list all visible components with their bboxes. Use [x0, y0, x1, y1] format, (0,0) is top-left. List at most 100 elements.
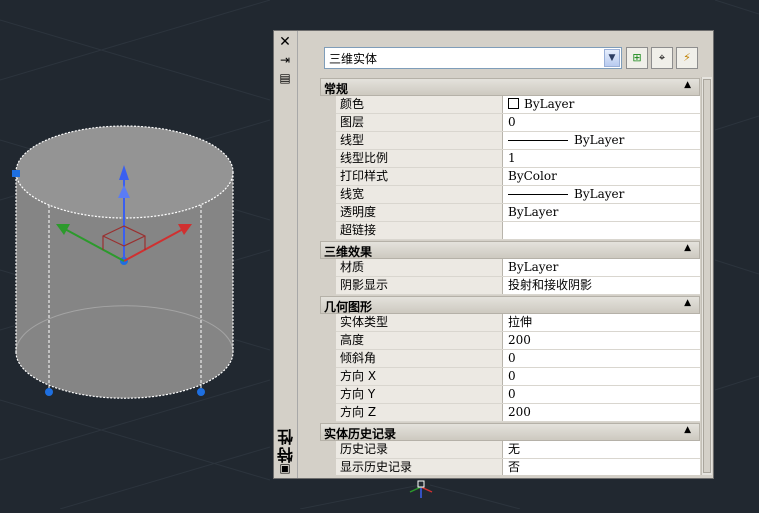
row-gutter	[320, 114, 336, 132]
property-value[interactable]: ByColor	[504, 168, 700, 185]
row-gutter	[320, 350, 336, 368]
toggle-pickadd-button[interactable]: ⊞	[626, 47, 648, 69]
property-value[interactable]: 200	[504, 404, 700, 421]
property-name: 材质	[336, 259, 503, 276]
property-value[interactable]: 1	[504, 150, 700, 167]
property-row[interactable]: 线型 ByLayer	[320, 132, 700, 150]
grip-point[interactable]	[197, 388, 205, 396]
property-value[interactable]: ByLayer	[504, 186, 700, 203]
options-icon[interactable]: ▤	[277, 71, 293, 85]
property-row[interactable]: 阴影显示 投射和接收阴影	[320, 277, 700, 295]
property-value-text: 0	[508, 351, 516, 365]
section-header[interactable]: 三维效果 ▲	[320, 241, 700, 259]
palette-titlebar[interactable]: ✕ ⇥ ▤ 特性 ▣	[274, 31, 298, 478]
property-value[interactable]: ByLayer	[504, 204, 700, 221]
row-gutter	[320, 132, 336, 150]
property-value[interactable]: 否	[504, 459, 700, 475]
chevron-down-icon[interactable]: ▼	[604, 49, 620, 67]
property-name: 超链接	[336, 222, 503, 239]
row-gutter	[320, 222, 336, 240]
property-value-text: 0	[508, 387, 516, 401]
property-row[interactable]: 超链接	[320, 222, 700, 240]
row-gutter	[320, 459, 336, 475]
property-value[interactable]: ByLayer	[504, 132, 700, 149]
section-header[interactable]: 实体历史记录 ▲	[320, 423, 700, 441]
line-sample-icon	[508, 194, 568, 195]
property-value[interactable]: 无	[504, 441, 700, 458]
property-value-text: 200	[508, 333, 531, 347]
property-grid[interactable]: 常规 ▲ 颜色 ByLayer 图层 0 线型 ByLayer 线型比例 1 打印样式 ByColor…	[320, 77, 700, 475]
property-row[interactable]: 透明度 ByLayer	[320, 204, 700, 222]
row-gutter	[320, 368, 336, 386]
property-value[interactable]	[504, 222, 700, 239]
property-value[interactable]: 200	[504, 332, 700, 349]
row-gutter	[320, 259, 336, 277]
row-gutter	[320, 314, 336, 332]
property-name: 倾斜角	[336, 350, 503, 367]
property-value[interactable]: 0	[504, 350, 700, 367]
collapse-icon[interactable]: ▲	[684, 243, 691, 253]
property-row[interactable]: 方向 X 0	[320, 368, 700, 386]
quick-select-button[interactable]: ⚡	[676, 47, 698, 69]
row-gutter	[320, 150, 336, 168]
palette-settings-icon[interactable]: ▣	[277, 461, 293, 475]
property-name: 显示历史记录	[336, 459, 503, 475]
property-value[interactable]: 拉伸	[504, 314, 700, 331]
row-gutter	[320, 441, 336, 459]
property-value-text: ByColor	[508, 169, 557, 183]
pin-icon[interactable]: ⇥	[277, 53, 293, 67]
object-type-value: 三维实体	[329, 52, 378, 66]
scrollbar-thumb[interactable]	[703, 79, 711, 473]
property-name: 颜色	[336, 96, 503, 113]
property-value[interactable]: ByLayer	[504, 96, 700, 113]
property-row[interactable]: 倾斜角 0	[320, 350, 700, 368]
property-row[interactable]: 颜色 ByLayer	[320, 96, 700, 114]
select-objects-button[interactable]: ⌖	[651, 47, 673, 69]
property-row[interactable]: 方向 Z 200	[320, 404, 700, 422]
property-name: 实体类型	[336, 314, 503, 331]
quick-select-icon: ⚡	[683, 51, 691, 64]
grip-point[interactable]	[45, 388, 53, 396]
grip-point[interactable]	[12, 170, 20, 177]
property-value[interactable]: 0	[504, 114, 700, 131]
property-value[interactable]: ByLayer	[504, 259, 700, 276]
property-row[interactable]: 材质 ByLayer	[320, 259, 700, 277]
property-row[interactable]: 实体类型 拉伸	[320, 314, 700, 332]
property-name: 线型比例	[336, 150, 503, 167]
property-name: 方向 X	[336, 368, 503, 385]
property-value-text: ByLayer	[508, 260, 559, 274]
property-value-text: 否	[508, 460, 521, 474]
vertical-scrollbar[interactable]	[701, 77, 712, 475]
property-value-text: 1	[508, 151, 516, 165]
property-value-text: 投射和接收阴影	[508, 278, 593, 292]
property-value-text: 0	[508, 369, 516, 383]
property-value[interactable]: 0	[504, 368, 700, 385]
line-sample-icon	[508, 140, 568, 141]
property-row[interactable]: 显示历史记录否	[320, 459, 700, 475]
collapse-icon[interactable]: ▲	[684, 298, 691, 308]
property-row[interactable]: 高度 200	[320, 332, 700, 350]
property-row[interactable]: 打印样式 ByColor	[320, 168, 700, 186]
section-title: 几何图形	[324, 300, 373, 314]
property-row[interactable]: 线宽 ByLayer	[320, 186, 700, 204]
property-value[interactable]: 0	[504, 386, 700, 403]
collapse-icon[interactable]: ▲	[684, 80, 691, 90]
property-value-text: ByLayer	[508, 205, 559, 219]
object-type-dropdown[interactable]: 三维实体 ▼	[324, 47, 622, 69]
property-value-text: 拉伸	[508, 315, 533, 329]
property-row[interactable]: 线型比例 1	[320, 150, 700, 168]
section-header[interactable]: 常规 ▲	[320, 78, 700, 96]
property-name: 图层	[336, 114, 503, 131]
toggle-pickadd-icon: ⊞	[632, 51, 642, 64]
property-value[interactable]: 投射和接收阴影	[504, 277, 700, 294]
ucs-icon	[409, 480, 433, 498]
property-row[interactable]: 图层 0	[320, 114, 700, 132]
property-row[interactable]: 历史记录无	[320, 441, 700, 459]
section-header[interactable]: 几何图形 ▲	[320, 296, 700, 314]
row-gutter	[320, 277, 336, 295]
close-icon[interactable]: ✕	[277, 35, 293, 49]
property-value-text: 无	[508, 442, 521, 456]
row-gutter	[320, 168, 336, 186]
collapse-icon[interactable]: ▲	[684, 425, 691, 435]
property-row[interactable]: 方向 Y 0	[320, 386, 700, 404]
